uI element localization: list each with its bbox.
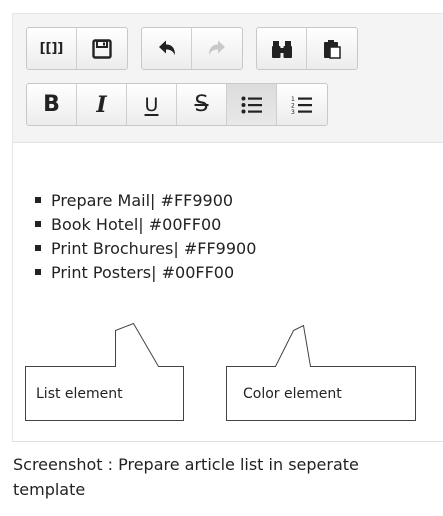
editor-screenshot: [[]] B I U S 1 2 3 Prepare Mail| #FF9900… xyxy=(0,0,443,516)
bulleted-list-button[interactable] xyxy=(227,84,277,125)
numbered-list-button[interactable]: 1 2 3 xyxy=(277,84,327,125)
toolbar-group-history xyxy=(141,27,243,70)
bulleted-list-icon xyxy=(241,96,262,113)
strikethrough-button[interactable]: S xyxy=(177,84,227,125)
undo-arrow-icon xyxy=(158,40,175,55)
italic-icon: I xyxy=(96,91,107,118)
color-element-callout xyxy=(226,324,416,421)
clipboard-icon xyxy=(324,39,341,59)
editor-frame: [[]] B I U S 1 2 3 Prepare Mail| #FF9900… xyxy=(12,13,443,442)
wiki-link-icon: [[]] xyxy=(39,41,64,56)
redo-button[interactable] xyxy=(192,28,242,69)
caption-divider xyxy=(12,441,443,442)
strikethrough-icon: S xyxy=(194,92,209,117)
svg-text:3: 3 xyxy=(291,109,295,115)
underline-button[interactable]: U xyxy=(127,84,177,125)
wiki-link-button[interactable]: [[]] xyxy=(27,28,77,69)
find-button[interactable] xyxy=(257,28,307,69)
italic-button[interactable]: I xyxy=(77,84,127,125)
editor-content[interactable]: Prepare Mail| #FF9900 Book Hotel| #00FF0… xyxy=(13,143,443,442)
save-button[interactable] xyxy=(77,28,127,69)
bold-icon: B xyxy=(43,92,60,117)
paste-button[interactable] xyxy=(307,28,357,69)
toolbar-group-format: B I U S 1 2 3 xyxy=(26,83,328,126)
binoculars-icon xyxy=(271,40,292,58)
undo-button[interactable] xyxy=(142,28,192,69)
list-element-label: List element xyxy=(36,386,123,402)
list-element-callout xyxy=(25,322,184,421)
color-element-label: Color element xyxy=(243,386,342,402)
toolbar-group-tools xyxy=(256,27,358,70)
redo-arrow-icon xyxy=(209,40,225,55)
editor-toolbar: [[]] B I U S 1 2 3 xyxy=(13,14,443,143)
underline-icon: U xyxy=(144,93,159,116)
numbered-list-icon: 1 2 3 xyxy=(291,96,312,115)
floppy-disk-icon xyxy=(92,38,112,59)
toolbar-group-insert: [[]] xyxy=(26,27,128,70)
image-caption: Screenshot : Prepare article list in sep… xyxy=(13,455,359,499)
bold-button[interactable]: B xyxy=(27,84,77,125)
